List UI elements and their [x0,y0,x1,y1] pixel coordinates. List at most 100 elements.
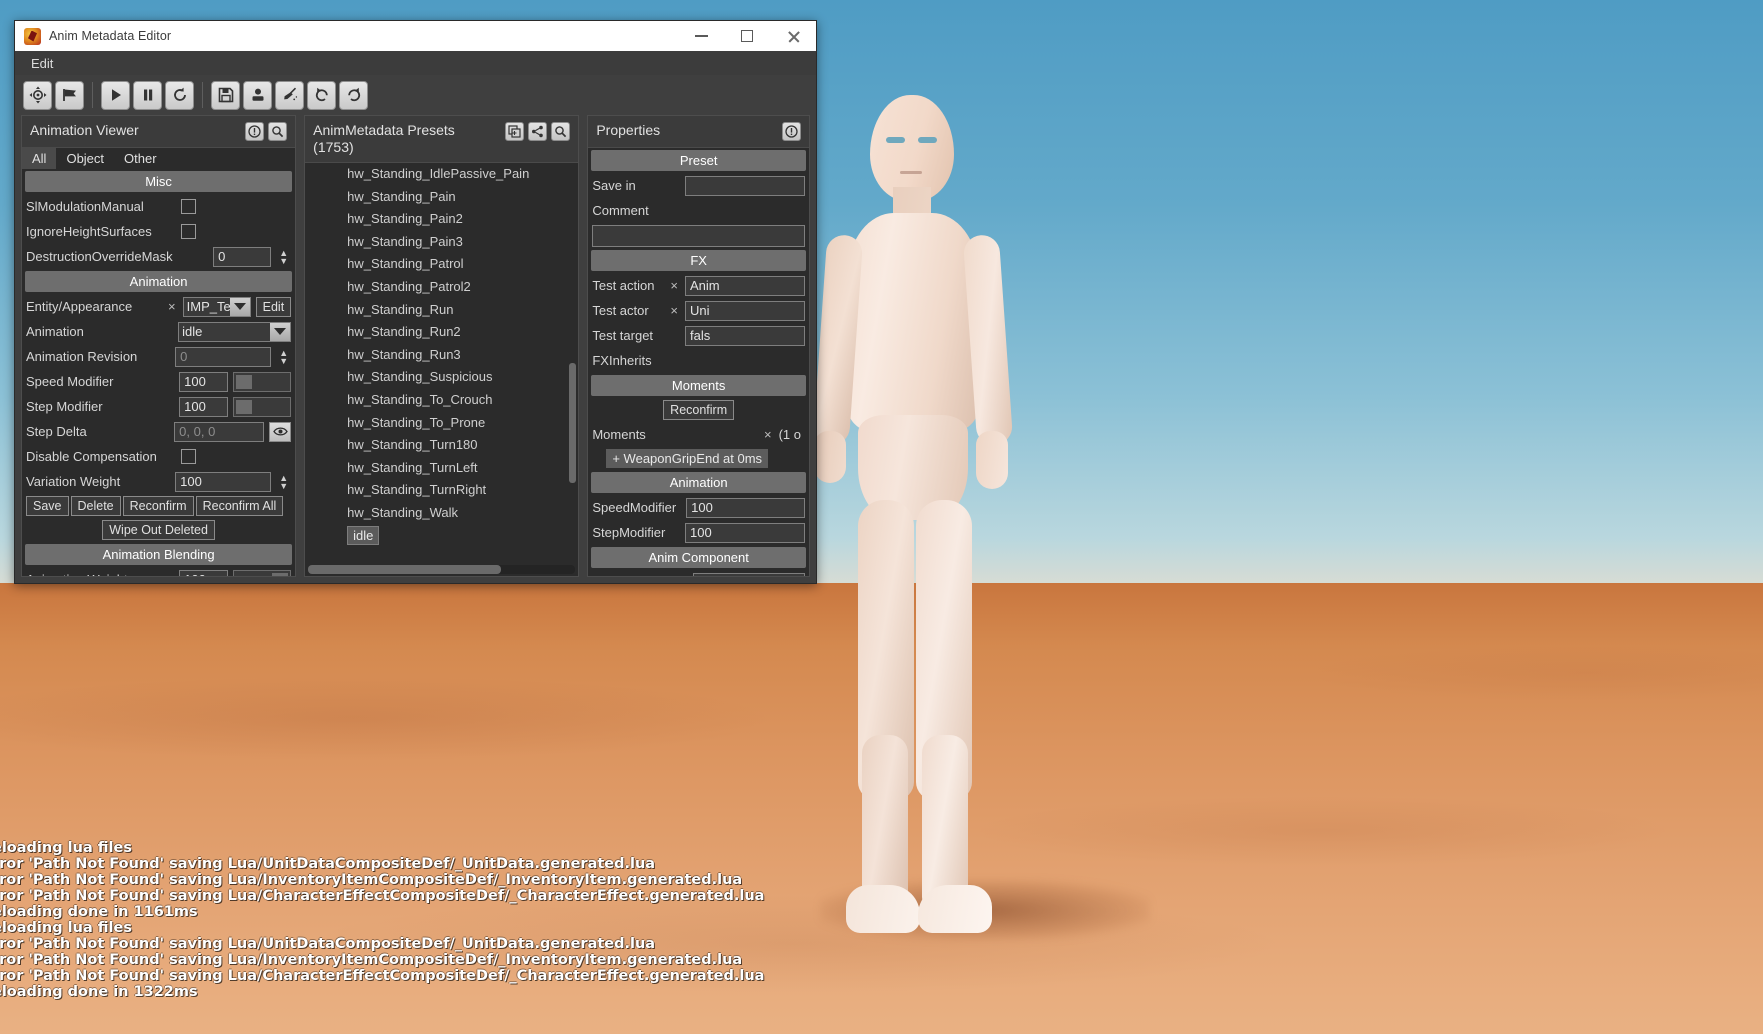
input-step-modifier[interactable]: 100 [179,397,228,417]
row-variationweight[interactable]: VariationWeight 100 [588,570,809,576]
list-item[interactable]: hw_Standing_Pain [319,186,578,209]
list-item[interactable]: hw_Standing_Turn180 [319,434,578,457]
checkbox-slmodulationmanual[interactable] [181,199,196,214]
info-icon[interactable] [782,122,801,141]
slider-knob[interactable] [272,573,288,577]
row-moments[interactable]: Moments × (1 o [588,422,809,447]
input-destructionoverridemask[interactable]: 0 [213,247,271,267]
animmetadata-presets-panel[interactable]: AnimMetadata Presets (1753) hw_Stan [304,115,579,577]
scrollbar-thumb[interactable] [308,565,500,574]
row-ignoreheightsurfaces[interactable]: IgnoreHeightSurfaces [22,219,295,244]
eye-icon[interactable] [269,422,291,442]
slider-speed-modifier[interactable] [233,372,291,392]
reconfirm-all-button[interactable]: Reconfirm All [196,496,284,516]
clear-moments[interactable]: × [762,427,774,442]
menubar[interactable]: Edit [15,51,816,75]
input-test-actor[interactable]: Uni [685,301,805,321]
chevron-down-icon[interactable] [230,298,250,316]
input-comment[interactable] [592,225,805,247]
info-icon[interactable] [245,122,264,141]
slider-animation-weight[interactable] [233,570,291,577]
input-step-delta[interactable]: 0, 0, 0 [174,422,264,442]
menu-item-edit[interactable]: Edit [25,54,59,73]
row-step-modifier[interactable]: Step Modifier 100 [22,394,295,419]
edit-entity-button[interactable]: Edit [256,297,292,317]
list-item[interactable]: hw_Standing_Run3 [319,344,578,367]
moments-reconfirm-button[interactable]: Reconfirm [663,400,734,420]
reset-loop-button[interactable] [165,81,194,110]
spinner-animation-revision[interactable]: ▲▼ [276,347,291,367]
gizmo-target-button[interactable] [23,81,52,110]
search-icon[interactable] [551,122,570,141]
row-animation-revision[interactable]: Animation Revision 0 ▲▼ [22,344,295,369]
checkbox-ignoreheightsurfaces[interactable] [181,224,196,239]
pause-button[interactable] [133,81,162,110]
reconfirm-button[interactable]: Reconfirm [123,496,194,516]
chevron-down-icon[interactable] [270,323,290,341]
moments-chip-list[interactable]: + WeaponGripEnd at 0ms [588,447,809,470]
checkbox-disable-compensation[interactable] [181,449,196,464]
slider-knob[interactable] [236,375,252,389]
wipe-out-row[interactable]: Wipe Out Deleted [22,518,295,542]
list-item[interactable]: hw_Standing_To_Crouch [319,389,578,412]
broom-clean-button[interactable] [275,81,304,110]
row-entity-appearance[interactable]: Entity/Appearance × IMP_Tes Edit [22,294,295,319]
combo-entity-appearance[interactable]: IMP_Tes [183,297,251,317]
input-variation-weight[interactable]: 100 [175,472,271,492]
list-item[interactable]: hw_Standing_Run2 [319,321,578,344]
row-step-delta[interactable]: Step Delta 0, 0, 0 [22,419,295,444]
list-item[interactable]: hw_Standing_Pain2 [319,208,578,231]
input-save-in[interactable] [685,176,805,196]
list-item[interactable]: hw_Standing_Suspicious [319,366,578,389]
animation-viewer-tabs[interactable]: All Object Other [22,148,295,169]
list-item[interactable]: hw_Standing_Walk [319,502,578,525]
combo-animation[interactable]: idle [178,322,291,342]
duplicate-icon[interactable] [505,122,524,141]
presets-list[interactable]: hw_Standing_IdlePassive_Pain hw_Standing… [305,163,578,563]
input-speed-modifier[interactable]: 100 [179,372,228,392]
row-speed-modifier[interactable]: Speed Modifier 100 [22,369,295,394]
row-variation-weight[interactable]: Variation Weight 100 ▲▼ [22,469,295,494]
row-test-target[interactable]: Test target fals [588,323,809,348]
row-animation[interactable]: Animation idle [22,319,295,344]
slider-knob[interactable] [236,400,252,414]
row-animation-weight[interactable]: Animation Weight 100 [22,567,295,576]
save-button[interactable] [211,81,240,110]
list-item-selected[interactable]: idle [319,525,578,548]
presets-horizontal-scrollbar[interactable] [308,565,575,574]
list-item[interactable]: hw_Standing_TurnLeft [319,457,578,480]
tab-other[interactable]: Other [114,148,167,169]
wipe-out-deleted-button[interactable]: Wipe Out Deleted [102,520,215,540]
list-item[interactable]: hw_Standing_IdlePassive_Pain [319,163,578,186]
minimize-button[interactable] [678,21,724,51]
input-stepmodifier[interactable]: 100 [685,523,805,543]
tab-all[interactable]: All [22,148,56,169]
presets-header-icons[interactable] [505,122,570,141]
share-icon[interactable] [528,122,547,141]
maximize-button[interactable] [724,21,770,51]
close-button[interactable] [770,21,816,51]
input-speedmodifier[interactable]: 100 [686,498,805,518]
tab-object[interactable]: Object [56,148,114,169]
properties-header-icons[interactable] [782,122,801,141]
list-item[interactable]: hw_Standing_Patrol2 [319,276,578,299]
delete-preset-button[interactable]: Delete [71,496,121,516]
row-save-in[interactable]: Save in [588,173,809,198]
play-button[interactable] [101,81,130,110]
list-item[interactable]: hw_Standing_Patrol [319,253,578,276]
character-button[interactable] [243,81,272,110]
clear-entity-appearance[interactable]: × [166,299,178,314]
moment-chip[interactable]: + WeaponGripEnd at 0ms [606,449,768,468]
anim-metadata-editor-window[interactable]: Anim Metadata Editor Edit [14,20,817,584]
redo-button[interactable] [339,81,368,110]
list-item[interactable]: hw_Standing_To_Prone [319,412,578,435]
slider-step-modifier[interactable] [233,397,291,417]
input-test-target[interactable]: fals [685,326,805,346]
animation-viewer-header-icons[interactable] [245,122,287,141]
row-stepmodifier[interactable]: StepModifier 100 [588,520,809,545]
animation-viewer-panel[interactable]: Animation Viewer All Object Other Misc [21,115,296,577]
list-item[interactable]: hw_Standing_TurnRight [319,479,578,502]
row-comment-input[interactable] [588,223,809,248]
toolbar[interactable] [15,75,816,115]
spinner-variation-weight[interactable]: ▲▼ [276,472,291,492]
